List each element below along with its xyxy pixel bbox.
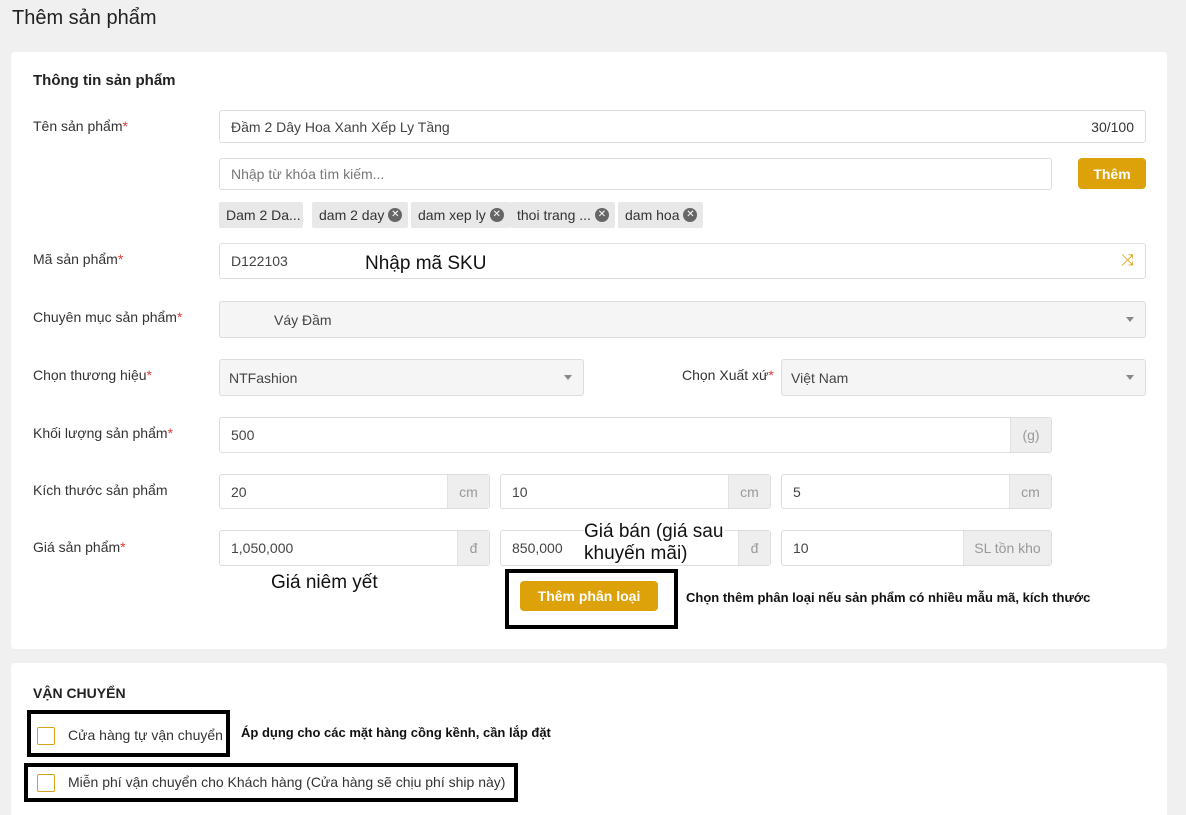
height-unit: cm — [1009, 475, 1051, 508]
length-input[interactable]: 20 cm — [219, 474, 490, 509]
add-variant-button[interactable]: Thêm phân loại — [520, 581, 658, 611]
chevron-down-icon — [564, 375, 572, 380]
currency-unit: đ — [738, 531, 770, 565]
variant-note: Chọn thêm phân loại nếu sản phẩm có nhiề… — [686, 590, 1091, 605]
sku-annotation: Nhập mã SKU — [365, 253, 487, 274]
brand-label: Chọn thương hiệu* — [33, 367, 152, 383]
category-value: Váy Đầm — [274, 311, 332, 328]
chevron-down-icon — [1126, 317, 1134, 322]
weight-input[interactable]: 500 (g) — [219, 417, 1052, 453]
keyword-tag: dam hoa ✕ — [618, 202, 704, 228]
length-unit: cm — [447, 475, 489, 508]
page-title: Thêm sản phẩm — [12, 7, 157, 29]
keyword-tag: thoi trang ... ✕ — [510, 202, 615, 228]
category-label: Chuyên mục sản phẩm* — [33, 309, 183, 325]
self-ship-checkbox[interactable] — [37, 727, 55, 745]
remove-tag-icon[interactable]: ✕ — [683, 208, 698, 222]
keyword-placeholder: Nhập từ khóa tìm kiếm... — [231, 166, 385, 182]
size-label: Kích thước sản phẩm — [33, 482, 168, 498]
add-keyword-button[interactable]: Thêm — [1078, 158, 1146, 189]
price-label: Giá sản phẩm* — [33, 539, 126, 555]
currency-unit: đ — [457, 531, 489, 565]
sku-label: Mã sản phẩm* — [33, 251, 124, 267]
sku-input[interactable]: D122103 ⤨ — [219, 243, 1146, 279]
list-price-input[interactable]: 1,050,000 đ — [219, 530, 490, 566]
origin-select[interactable]: Việt Nam — [781, 359, 1146, 396]
width-unit: cm — [728, 475, 770, 508]
brand-select[interactable]: NTFashion — [219, 359, 584, 396]
free-ship-checkbox[interactable] — [37, 774, 55, 792]
self-ship-label: Cửa hàng tự vận chuyển — [68, 727, 223, 743]
product-info-title: Thông tin sản phẩm — [33, 72, 176, 89]
keyword-search-input[interactable]: Nhập từ khóa tìm kiếm... — [219, 158, 1052, 190]
product-name-value: Đầm 2 Dây Hoa Xanh Xếp Ly Tầng — [231, 118, 450, 135]
weight-label: Khối lượng sản phẩm* — [33, 425, 173, 441]
shuffle-icon[interactable]: ⤨ — [1121, 252, 1134, 270]
origin-value: Việt Nam — [791, 369, 849, 386]
remove-tag-icon[interactable]: ✕ — [388, 208, 403, 222]
product-name-label: Tên sản phẩm* — [33, 118, 128, 134]
remove-tag-icon[interactable]: ✕ — [594, 208, 609, 222]
weight-value: 500 — [231, 427, 255, 443]
category-select[interactable]: Váy Đầm — [219, 301, 1146, 338]
remove-tag-icon[interactable]: ✕ — [489, 208, 504, 222]
sale-price-annotation: Giá bán (giá sau khuyến mãi) — [584, 521, 726, 565]
keyword-tag: dam xep ly ✕ — [411, 202, 510, 228]
list-price-annotation: Giá niêm yết — [271, 572, 378, 593]
brand-value: NTFashion — [229, 369, 298, 386]
origin-label: Chọn Xuất xứ* — [682, 367, 774, 383]
chevron-down-icon — [1126, 375, 1134, 380]
self-ship-note: Áp dụng cho các mặt hàng cồng kềnh, cần … — [241, 725, 551, 740]
stock-unit: SL tồn kho — [963, 531, 1051, 565]
weight-unit: (g) — [1010, 418, 1051, 452]
keyword-tag: dam 2 day ✕ — [312, 202, 409, 228]
product-name-counter: 30/100 — [1091, 118, 1134, 135]
product-name-input[interactable]: Đầm 2 Dây Hoa Xanh Xếp Ly Tầng 30/100 — [219, 110, 1146, 143]
keyword-tag: Dam 2 Da... — [219, 202, 303, 228]
shipping-title: VẬN CHUYỂN — [33, 685, 126, 701]
stock-input[interactable]: 10 SL tồn kho — [781, 530, 1052, 566]
height-input[interactable]: 5 cm — [781, 474, 1052, 509]
free-ship-label: Miễn phí vận chuyển cho Khách hàng (Cửa … — [68, 774, 506, 790]
width-input[interactable]: 10 cm — [500, 474, 771, 509]
